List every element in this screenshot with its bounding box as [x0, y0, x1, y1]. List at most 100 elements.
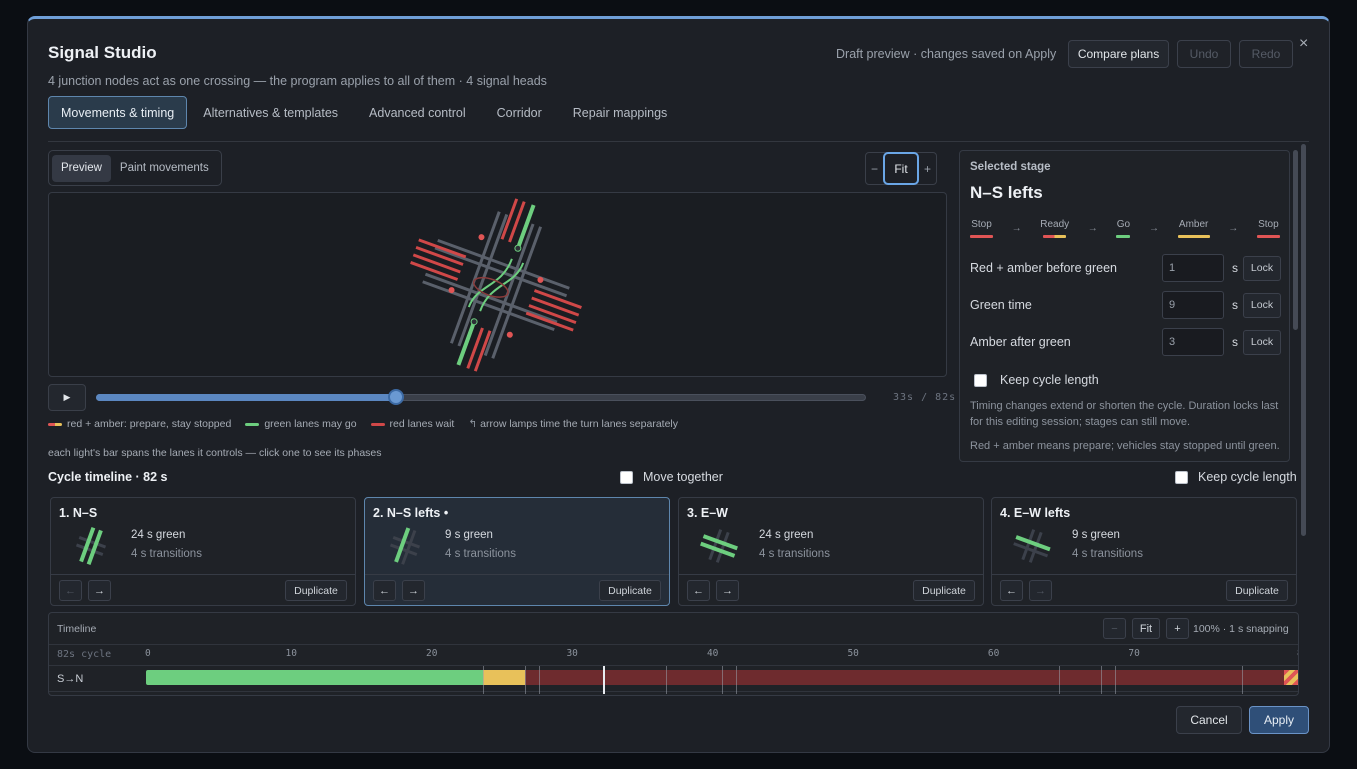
timeline-stage-marker[interactable] [1115, 666, 1117, 694]
timeline-stage-marker[interactable] [1241, 666, 1243, 694]
red-amber-swatch [48, 422, 62, 426]
fit-button[interactable]: Fit [883, 152, 920, 185]
keep-cycle-length-checkbox[interactable] [1175, 470, 1188, 484]
keep-cycle-checkbox[interactable] [974, 373, 987, 387]
duplicate-button[interactable]: Duplicate [1226, 580, 1288, 601]
duplicate-button[interactable]: Duplicate [285, 580, 347, 601]
timeline-tick: 30 [566, 648, 578, 659]
stage-card-4[interactable]: 4. E–W lefts 9 s green 4 s transitions ←… [991, 497, 1297, 606]
stage-title: 4. E–W lefts [1000, 506, 1071, 520]
playback-slider[interactable] [96, 389, 866, 405]
red-amber-input[interactable]: 1 [1162, 254, 1224, 282]
green-swatch [245, 422, 260, 426]
lock-button[interactable]: Lock [1243, 329, 1281, 355]
tab-repair-mappings[interactable]: Repair mappings [558, 96, 683, 129]
step-label: Stop [1258, 219, 1279, 230]
move-left-button[interactable]: ← [59, 580, 82, 601]
timeline-phase-bar[interactable] [146, 670, 484, 685]
timeline-phase-bar[interactable] [483, 670, 526, 685]
panel-scrollbar[interactable] [1293, 150, 1298, 330]
step-bar [1177, 235, 1210, 238]
dialog-scrollbar[interactable] [1301, 144, 1306, 536]
move-left-button[interactable]: ← [1000, 580, 1023, 601]
timeline-playhead[interactable] [602, 666, 605, 694]
timeline-stage-marker[interactable] [665, 666, 667, 694]
move-right-button[interactable]: → [402, 580, 425, 601]
playback-time: 33s / 82s [893, 392, 957, 403]
redo-button[interactable]: Redo [1239, 40, 1293, 68]
legend: red + amber: prepare, stay stopped green… [48, 418, 692, 430]
green-time-input[interactable]: 9 [1162, 291, 1224, 319]
transition-duration: 4 s transitions [1072, 548, 1143, 560]
green-duration: 9 s green [1072, 529, 1120, 541]
move-together-checkbox[interactable] [620, 470, 633, 484]
timeline-panel: Timeline − Fit + 100% · 1 s snapping 82s… [48, 612, 1299, 696]
timeline-divider [49, 691, 1298, 692]
green-duration: 9 s green [445, 529, 493, 541]
zoom-in-button[interactable]: + [919, 162, 936, 176]
tab-movements-timing[interactable]: Movements & timing [48, 96, 188, 129]
junction-canvas[interactable] [48, 192, 947, 377]
preview-mode-button[interactable]: Preview [52, 154, 111, 182]
card-divider [51, 574, 355, 575]
timeline-stage-marker[interactable] [483, 666, 485, 694]
zoom-controls: − Fit + [865, 152, 938, 185]
compare-plans-button[interactable]: Compare plans [1068, 40, 1169, 68]
step-label: Go [1116, 219, 1131, 230]
timeline-stage-marker[interactable] [1059, 666, 1061, 694]
move-right-button[interactable]: → [88, 580, 111, 601]
card-divider [365, 574, 669, 575]
timeline-stage-marker[interactable] [1101, 666, 1103, 694]
tab-advanced-control[interactable]: Advanced control [354, 96, 481, 129]
cancel-button[interactable]: Cancel [1176, 706, 1242, 734]
step-label: Stop [971, 219, 992, 230]
move-right-button[interactable]: → [1029, 580, 1052, 601]
timeline-divider [49, 644, 1298, 645]
timeline-phase-bar[interactable] [525, 670, 1284, 685]
paint-movements-button[interactable]: Paint movements [111, 155, 218, 182]
timeline-stage-marker[interactable] [525, 666, 527, 694]
arrow-icon: → [1228, 223, 1239, 234]
amber-row: Amber after green 3 s Lock [970, 328, 1288, 356]
play-button[interactable]: ▶ [48, 384, 86, 411]
stage-card-3[interactable]: 3. E–W 24 s green 4 s transitions ← → Du… [678, 497, 984, 606]
timeline-stage-marker[interactable] [736, 666, 738, 694]
stage-card-1[interactable]: 1. N–S 24 s green 4 s transitions ← → Du… [50, 497, 356, 606]
timeline-stage-marker[interactable] [722, 666, 723, 694]
step-label: Ready [1040, 219, 1070, 230]
step-bar [1043, 235, 1067, 238]
move-left-button[interactable]: ← [687, 580, 710, 601]
checkbox-label: Move together [643, 470, 723, 484]
field-label: Red + amber before green [970, 261, 1117, 275]
zoom-out-button[interactable]: − [866, 162, 883, 176]
junction-diagram[interactable] [49, 193, 946, 376]
unit-label: s [1232, 298, 1238, 312]
step-ready: Ready [1040, 219, 1069, 238]
help-text: Timing changes extend or shorten the cyc… [970, 400, 1279, 428]
lock-button[interactable]: Lock [1243, 292, 1281, 318]
slider-knob[interactable] [388, 389, 405, 405]
amber-input[interactable]: 3 [1162, 328, 1224, 356]
timeline-zoom-in-button[interactable]: + [1166, 618, 1189, 639]
stage-card-2[interactable]: 2. N–S lefts • 9 s green 4 s transitions… [364, 497, 670, 606]
duplicate-button[interactable]: Duplicate [599, 580, 661, 601]
tab-alternatives-templates[interactable]: Alternatives & templates [188, 96, 353, 129]
duplicate-button[interactable]: Duplicate [913, 580, 975, 601]
step-label: Amber [1178, 219, 1209, 230]
close-icon[interactable]: × [1299, 35, 1308, 53]
tab-bar: Movements & timing Alternatives & templa… [48, 96, 683, 130]
timeline-tick: 20 [425, 648, 438, 659]
selected-stage-panel: Selected stage N–S lefts Stop → Ready → … [959, 150, 1290, 462]
timeline-phase-bar[interactable] [1283, 670, 1298, 685]
tab-corridor[interactable]: Corridor [482, 96, 557, 129]
timeline-fit-button[interactable]: Fit [1132, 618, 1160, 639]
move-left-button[interactable]: ← [373, 580, 396, 601]
lock-button[interactable]: Lock [1243, 255, 1281, 281]
stage-ns-lefts-icon [389, 527, 421, 565]
tab-divider [48, 141, 1309, 142]
apply-button[interactable]: Apply [1249, 706, 1309, 734]
move-right-button[interactable]: → [716, 580, 739, 601]
timeline-zoom-out-button[interactable]: − [1103, 618, 1126, 639]
timeline-stage-marker[interactable] [539, 666, 541, 694]
undo-button[interactable]: Undo [1177, 40, 1231, 68]
